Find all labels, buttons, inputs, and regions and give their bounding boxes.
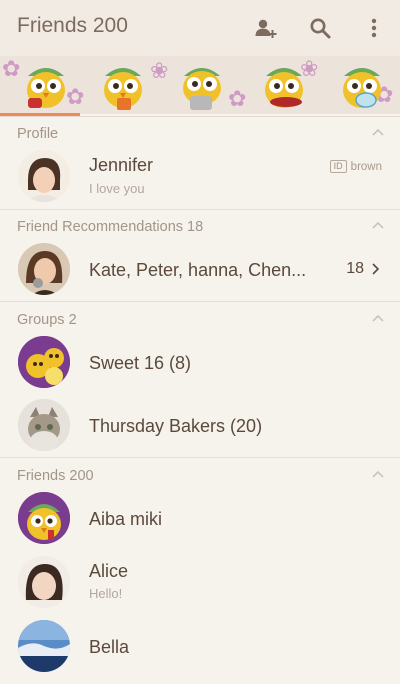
- section-header-friends[interactable]: Friends 200: [0, 464, 400, 490]
- flower-decoration-icon: ❀: [150, 58, 169, 83]
- avatar: [18, 492, 70, 544]
- divider: [0, 457, 400, 458]
- app-bar: Friends 200: [0, 0, 400, 56]
- section-header-profile[interactable]: Profile: [0, 122, 400, 148]
- owl-mascot-icon: [27, 68, 65, 108]
- id-value: brown: [350, 160, 382, 173]
- avatar: [18, 336, 70, 388]
- section-label: Friend Recommendations 18: [17, 219, 204, 235]
- group-name: Sweet 16 (8): [89, 353, 192, 373]
- group-name: Thursday Bakers (20): [89, 416, 263, 436]
- section-label: Profile: [17, 126, 59, 142]
- section-header-groups[interactable]: Groups 2: [0, 308, 400, 334]
- profile-status: I love you: [89, 181, 145, 196]
- profile-name: Jennifer: [89, 155, 154, 175]
- section-label: Friends 200: [17, 468, 94, 484]
- flower-decoration-icon: ✿: [228, 86, 247, 111]
- avatar: [18, 556, 70, 608]
- add-friend-icon: [255, 19, 277, 38]
- chevron-up-icon: [372, 314, 384, 322]
- profile-row[interactable]: Jennifer I love you ID brown: [0, 148, 400, 208]
- avatar: [18, 150, 70, 202]
- avatar: [18, 243, 70, 295]
- search-button[interactable]: [304, 12, 336, 44]
- divider: [0, 301, 400, 302]
- friend-status: Hello!: [89, 586, 123, 601]
- owl-mascot-icon: [183, 68, 221, 110]
- chevron-up-icon: [372, 128, 384, 136]
- recommendations-row[interactable]: Kate, Peter, hanna, Chen... 18: [0, 241, 400, 301]
- recommended-names: Kate, Peter, hanna, Chen...: [89, 260, 307, 280]
- group-row[interactable]: Sweet 16 (8): [0, 334, 400, 394]
- id-badge: ID brown: [329, 160, 382, 173]
- theme-banner: ✿ ✿ ❀ ✿ ❀ ✿: [0, 56, 400, 114]
- friend-row[interactable]: Alice Hello!: [0, 554, 400, 614]
- avatar: [18, 620, 70, 672]
- search-icon: [310, 18, 331, 39]
- id-tag: ID: [329, 160, 347, 173]
- chevron-right-icon: [372, 263, 380, 275]
- owl-mascot-icon: [343, 68, 381, 108]
- divider: [0, 209, 400, 210]
- owl-mascot-icon: [265, 68, 303, 108]
- more-button[interactable]: [358, 12, 390, 44]
- count-label: 18: [346, 260, 364, 277]
- page-title: Friends 200: [17, 14, 128, 37]
- friend-name: Bella: [89, 637, 130, 657]
- group-row[interactable]: Thursday Bakers (20): [0, 397, 400, 457]
- friend-name: Aiba miki: [89, 509, 163, 529]
- more-vertical-icon: [371, 18, 377, 38]
- chevron-up-icon: [372, 221, 384, 229]
- chevron-up-icon: [372, 470, 384, 478]
- section-label: Groups 2: [17, 312, 77, 328]
- add-friend-button[interactable]: [250, 12, 282, 44]
- recommendation-count: 18: [346, 260, 380, 278]
- flower-decoration-icon: ✿: [2, 56, 21, 81]
- section-header-recommendations[interactable]: Friend Recommendations 18: [0, 215, 400, 241]
- avatar: [18, 399, 70, 451]
- friend-row[interactable]: Bella: [0, 618, 400, 678]
- friend-name: Alice: [89, 561, 129, 581]
- owl-mascot-icon: [104, 68, 142, 110]
- divider: [0, 116, 400, 117]
- friend-row[interactable]: Aiba miki: [0, 490, 400, 550]
